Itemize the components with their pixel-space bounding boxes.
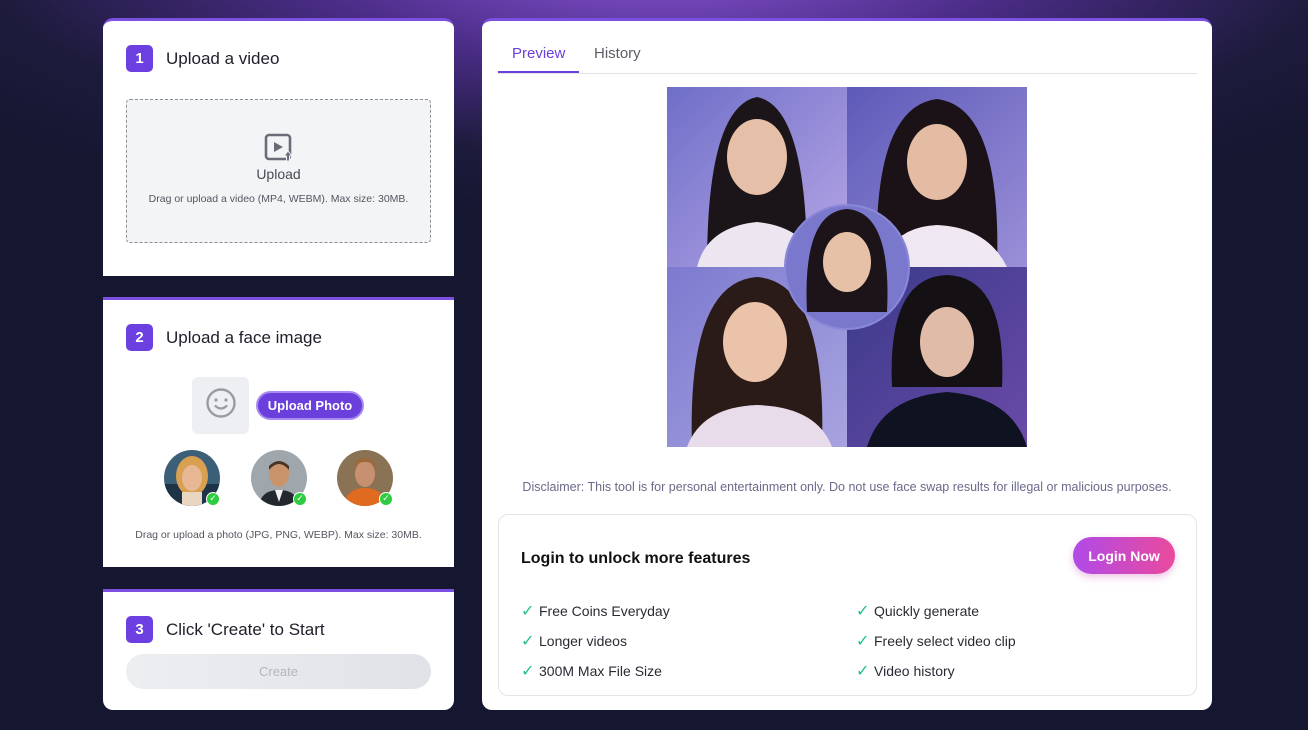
step-number: 2 xyxy=(126,324,153,351)
tab-preview[interactable]: Preview xyxy=(512,45,565,62)
active-tab-indicator xyxy=(498,71,579,73)
feature-item: ✓ Quickly generate xyxy=(856,601,979,621)
step-number: 1 xyxy=(126,45,153,72)
step-title: Upload a video xyxy=(166,48,280,68)
feature-label: 300M Max File Size xyxy=(539,663,662,679)
feature-item: ✓ 300M Max File Size xyxy=(521,661,662,681)
check-icon: ✓ xyxy=(521,633,535,650)
login-promo: Login to unlock more features Login Now … xyxy=(498,514,1197,696)
feature-label: Longer videos xyxy=(539,633,627,649)
feature-item: ✓ Video history xyxy=(856,661,955,681)
create-button[interactable]: Create xyxy=(126,654,431,689)
step-title: Click 'Create' to Start xyxy=(166,619,325,639)
video-upload-icon xyxy=(264,133,294,168)
step-title: Upload a face image xyxy=(166,327,322,347)
preview-panel: Preview History Disclaimer: This tool is… xyxy=(482,18,1212,710)
check-icon: ✓ xyxy=(521,663,535,680)
login-now-button[interactable]: Login Now xyxy=(1073,537,1175,574)
feature-item: ✓ Longer videos xyxy=(521,631,627,651)
sample-face-1[interactable]: ✓ xyxy=(164,450,220,506)
upload-label: Upload xyxy=(256,166,301,182)
sample-face-2[interactable]: ✓ xyxy=(251,450,307,506)
tab-bar: Preview History xyxy=(498,21,1197,74)
tab-history[interactable]: History xyxy=(594,45,641,62)
feature-label: Free Coins Everyday xyxy=(539,603,670,619)
feature-label: Video history xyxy=(874,663,955,679)
video-upload-hint: Drag or upload a video (MP4, WEBM). Max … xyxy=(148,193,409,205)
check-icon: ✓ xyxy=(856,633,870,650)
step-2-card: 2 Upload a face image Upload Photo ✓ ✓ ✓… xyxy=(103,297,454,567)
step-3-header: 3 Click 'Create' to Start xyxy=(126,616,325,643)
step-3-card: 3 Click 'Create' to Start Create xyxy=(103,589,454,710)
preview-image xyxy=(667,87,1027,447)
check-icon: ✓ xyxy=(856,603,870,620)
face-icon xyxy=(205,387,237,424)
face-placeholder[interactable] xyxy=(192,377,249,434)
upload-photo-button[interactable]: Upload Photo xyxy=(256,391,364,420)
check-icon: ✓ xyxy=(521,603,535,620)
feature-label: Freely select video clip xyxy=(874,633,1016,649)
step-1-card: 1 Upload a video Upload Drag or upload a… xyxy=(103,18,454,276)
feature-item: ✓ Freely select video clip xyxy=(856,631,1016,651)
login-title: Login to unlock more features xyxy=(521,550,751,567)
sample-face-3[interactable]: ✓ xyxy=(337,450,393,506)
face-upload-hint: Drag or upload a photo (JPG, PNG, WEBP).… xyxy=(135,529,422,541)
feature-label: Quickly generate xyxy=(874,603,980,619)
step-2-header: 2 Upload a face image xyxy=(126,324,322,351)
feature-item: ✓ Free Coins Everyday xyxy=(521,601,670,621)
check-icon: ✓ xyxy=(856,663,870,680)
disclaimer-text: Disclaimer: This tool is for personal en… xyxy=(522,480,1172,494)
video-dropzone[interactable]: Upload Drag or upload a video (MP4, WEBM… xyxy=(126,99,431,243)
step-1-header: 1 Upload a video xyxy=(126,45,279,72)
step-number: 3 xyxy=(126,616,153,643)
